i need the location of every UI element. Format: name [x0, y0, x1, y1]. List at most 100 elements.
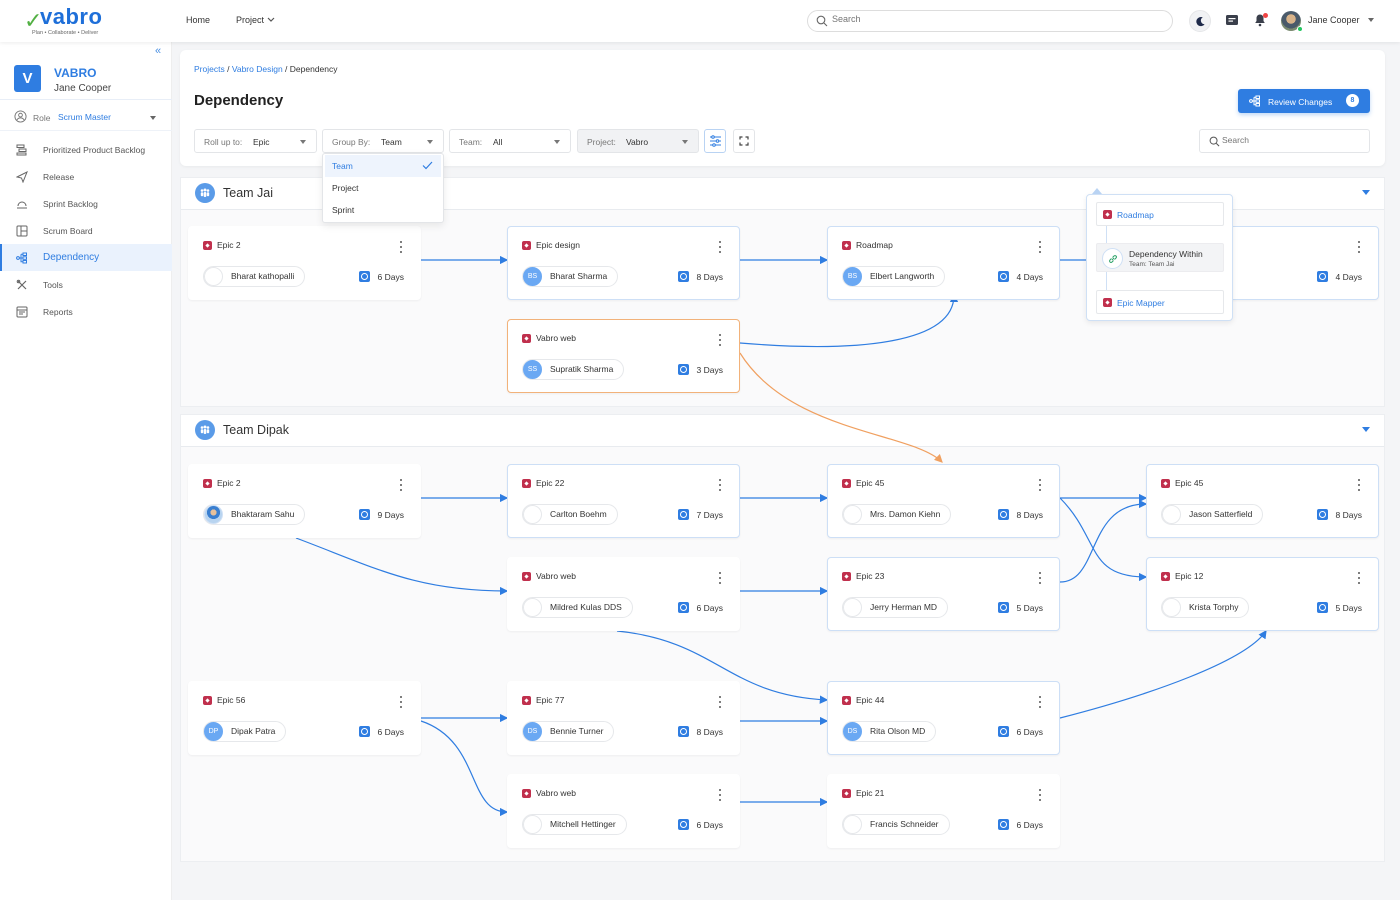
more-options-icon[interactable] — [1038, 572, 1041, 584]
epic-card[interactable]: Epic 2 Bhaktaram Sahu 9 Days — [188, 464, 421, 538]
clock-icon — [677, 819, 689, 830]
fullscreen-button[interactable] — [733, 129, 755, 153]
user-avatar[interactable] — [1281, 11, 1303, 32]
dependency-search[interactable] — [1199, 129, 1370, 153]
review-changes-button[interactable]: Review Changes 8 — [1238, 89, 1370, 113]
nav-home[interactable]: Home — [186, 15, 210, 25]
group-by-filter[interactable]: Group By: Team — [322, 129, 444, 153]
assignee-pill[interactable]: Bhaktaram Sahu — [203, 504, 306, 525]
global-search-input[interactable] — [832, 14, 1152, 24]
duration-value: 6 Days — [696, 602, 723, 613]
global-search[interactable] — [807, 10, 1173, 32]
assignee-pill[interactable]: Mildred Kulas DDS — [522, 597, 633, 618]
epic-card[interactable]: Vabro web Mitchell Hettinger 6 Days — [507, 774, 740, 848]
epic-icon — [522, 696, 531, 705]
user-menu-caret-icon[interactable] — [1368, 18, 1374, 22]
epic-card[interactable]: Epic 44 DS Rita Olson MD 6 Days — [827, 681, 1060, 755]
more-options-icon[interactable] — [1357, 479, 1360, 491]
dropdown-option-project[interactable]: Project — [325, 177, 441, 199]
more-options-icon[interactable] — [718, 334, 721, 346]
sidebar-item-sprint-backlog[interactable]: Sprint Backlog — [0, 190, 172, 217]
more-options-icon[interactable] — [718, 789, 721, 801]
breadcrumb-projects[interactable]: Projects — [194, 64, 225, 74]
nav-project[interactable]: Project — [236, 15, 275, 25]
epic-card[interactable]: Epic 45 Mrs. Damon Kiehn 8 Days — [827, 464, 1060, 538]
sidebar-item-dependency[interactable]: Dependency — [0, 244, 172, 271]
page-header: Projects / Vabro Design / Dependency Dep… — [180, 50, 1385, 166]
assignee-pill[interactable]: DS Bennie Turner — [522, 721, 615, 742]
epic-card[interactable]: Vabro web Mildred Kulas DDS 6 Days — [507, 557, 740, 631]
more-options-icon[interactable] — [399, 696, 402, 708]
clock-icon — [1316, 271, 1328, 282]
more-options-icon[interactable] — [718, 572, 721, 584]
filter-settings-button[interactable] — [704, 129, 726, 153]
sidebar-item-scrum-board[interactable]: Scrum Board — [0, 217, 172, 244]
sidebar-item-prioritized-product-backlog[interactable]: Prioritized Product Backlog — [0, 136, 172, 163]
dropdown-option-sprint[interactable]: Sprint — [325, 199, 441, 221]
option-label: Sprint — [332, 205, 355, 215]
collapse-sidebar-icon[interactable]: « — [155, 45, 161, 57]
assignee-pill[interactable]: Carlton Boehm — [522, 504, 618, 525]
collapse-caret-icon[interactable] — [1362, 427, 1370, 432]
assignee-pill[interactable]: SS Supratik Sharma — [522, 359, 625, 380]
filter-value: Epic — [253, 137, 270, 147]
assignee-pill[interactable]: DP Dipak Patra — [203, 721, 287, 742]
team-filter[interactable]: Team: All — [449, 129, 571, 153]
popover-item-epic-mapper[interactable]: Epic Mapper — [1096, 290, 1224, 314]
dependency-search-input[interactable] — [1222, 135, 1362, 145]
popover-item-roadmap[interactable]: Roadmap — [1096, 202, 1224, 226]
more-options-icon[interactable] — [718, 696, 721, 708]
more-options-icon[interactable] — [399, 479, 402, 491]
more-options-icon[interactable] — [1038, 789, 1041, 801]
assignee-pill[interactable]: Jason Satterfield — [1161, 504, 1264, 525]
epic-card[interactable]: Epic 2 Bharat kathopalli 6 Days — [188, 226, 421, 300]
epic-card[interactable]: Roadmap BS Elbert Langworth 4 Days — [827, 226, 1060, 300]
assignee-pill[interactable]: BS Bharat Sharma — [522, 266, 619, 287]
sidebar-item-tools[interactable]: Tools — [0, 271, 172, 298]
epic-card[interactable]: Epic 23 Jerry Herman MD 5 Days — [827, 557, 1060, 631]
assignee-pill[interactable]: Jerry Herman MD — [842, 597, 949, 618]
more-options-icon[interactable] — [1038, 696, 1041, 708]
more-options-icon[interactable] — [718, 479, 721, 491]
epic-card[interactable]: Epic 22 Carlton Boehm 7 Days — [507, 464, 740, 538]
check-icon — [422, 161, 433, 170]
epic-card[interactable]: Epic 77 DS Bennie Turner 8 Days — [507, 681, 740, 755]
sidebar-item-release[interactable]: Release — [0, 163, 172, 190]
message-icon[interactable] — [1225, 14, 1239, 27]
theme-toggle-button[interactable] — [1189, 10, 1211, 32]
assignee-pill[interactable]: Mitchell Hettinger — [522, 814, 627, 835]
duration: 8 Days — [677, 726, 723, 737]
more-options-icon[interactable] — [399, 241, 402, 253]
notification-dot — [1263, 13, 1268, 18]
epic-card[interactable]: Epic 45 Jason Satterfield 8 Days — [1146, 464, 1379, 538]
assignee-pill[interactable]: DS Rita Olson MD — [842, 721, 937, 742]
more-options-icon[interactable] — [1357, 241, 1360, 253]
vabro-logo[interactable]: ✓ vabro Plan • Collaborate • Deliver — [24, 4, 124, 38]
assignee-pill[interactable]: Krista Torphy — [1161, 597, 1250, 618]
sidebar-item-reports[interactable]: Reports — [0, 298, 172, 325]
assignee-pill[interactable]: BS Elbert Langworth — [842, 266, 946, 287]
more-options-icon[interactable] — [1357, 572, 1360, 584]
epic-icon — [522, 479, 531, 488]
section-header[interactable]: Team Dipak — [181, 415, 1384, 447]
epic-card[interactable]: Vabro web SS Supratik Sharma 3 Days — [507, 319, 740, 393]
epic-card[interactable]: Epic 21 Francis Schneider 6 Days — [827, 774, 1060, 848]
user-name[interactable]: Jane Cooper — [1308, 15, 1360, 25]
assignee-pill[interactable]: Francis Schneider — [842, 814, 950, 835]
epic-card[interactable]: Epic design BS Bharat Sharma 8 Days — [507, 226, 740, 300]
filter-value: All — [493, 137, 503, 147]
assignee-pill[interactable]: Mrs. Damon Kiehn — [842, 504, 952, 525]
more-options-icon[interactable] — [718, 241, 721, 253]
breadcrumb-vabro-design[interactable]: Vabro Design — [232, 64, 283, 74]
epic-icon — [522, 334, 531, 343]
more-options-icon[interactable] — [1038, 241, 1041, 253]
assignee-pill[interactable]: Bharat kathopalli — [203, 266, 306, 287]
roll-up-filter[interactable]: Roll up to: Epic — [194, 129, 317, 153]
search-icon — [1209, 136, 1220, 147]
more-options-icon[interactable] — [1038, 479, 1041, 491]
dropdown-option-team[interactable]: Team — [325, 155, 441, 177]
collapse-caret-icon[interactable] — [1362, 190, 1370, 195]
epic-card[interactable]: Epic 12 Krista Torphy 5 Days — [1146, 557, 1379, 631]
role-selector[interactable]: Role Scrum Master — [14, 110, 164, 126]
epic-card[interactable]: Epic 56 DP Dipak Patra 6 Days — [188, 681, 421, 755]
